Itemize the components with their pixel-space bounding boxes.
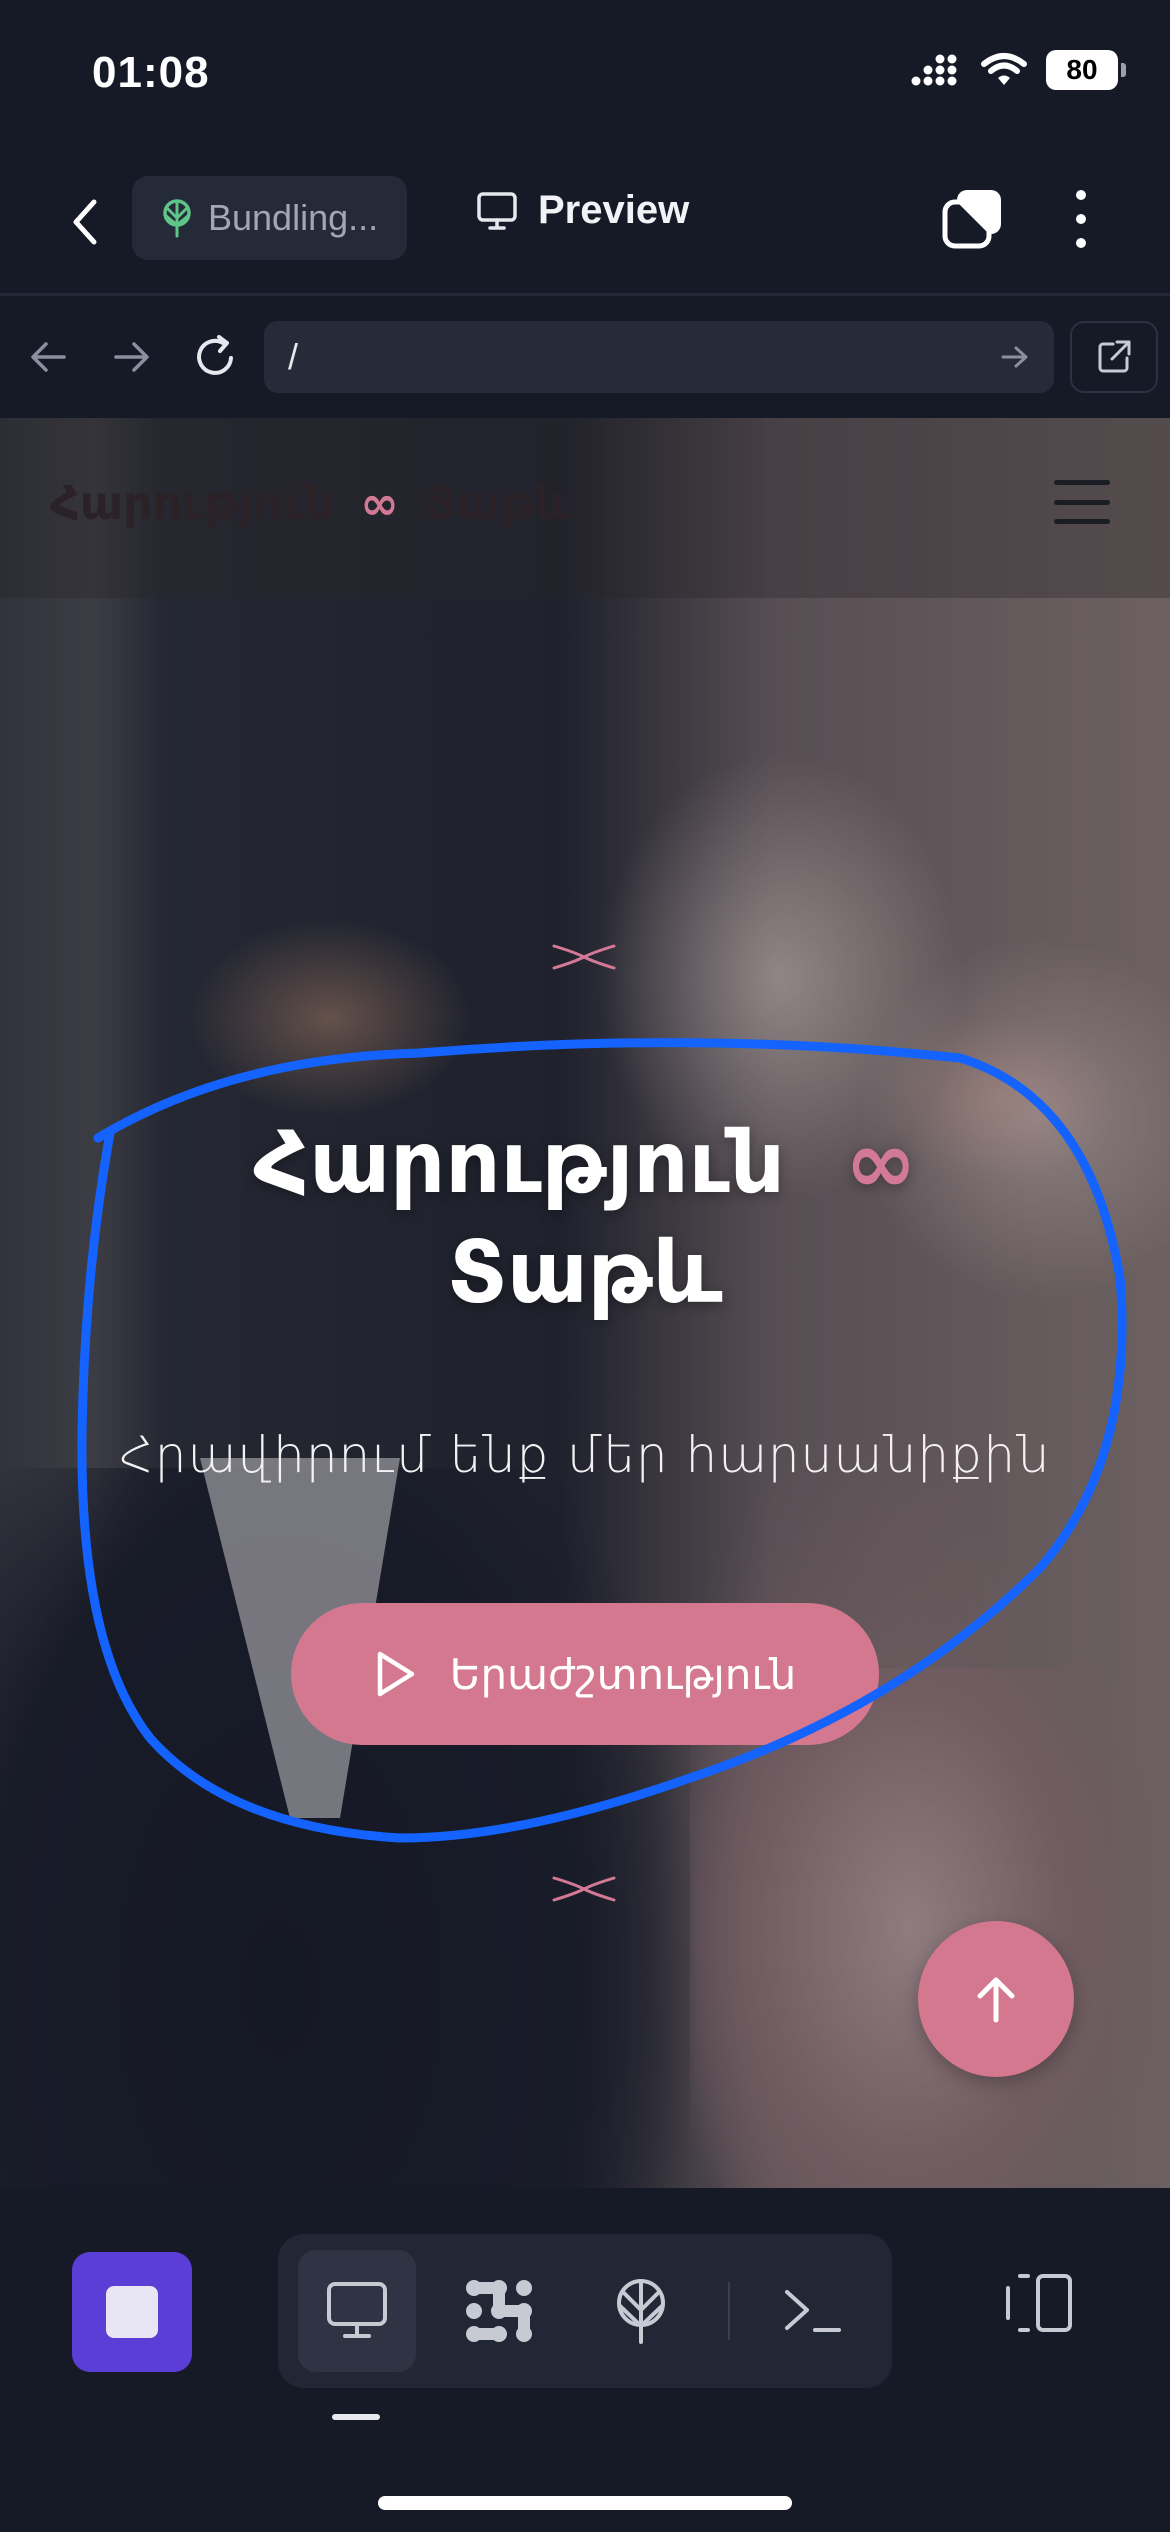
tabs-button[interactable] (940, 186, 1006, 252)
reload-icon (197, 335, 233, 375)
menu-line-icon (1054, 499, 1110, 505)
url-text: / (288, 336, 299, 377)
hero-subtitle: Հրավիրում ենք մեր հարսանիքին (119, 1426, 1051, 1484)
url-bar: / (0, 297, 1170, 415)
hero-infinity-icon: ∞ (844, 1113, 917, 1213)
browser-back-button[interactable] (20, 329, 76, 385)
monitor-icon (477, 191, 517, 230)
hero-name-left: Հարություն (253, 1113, 786, 1213)
dock-deploy-button[interactable] (582, 2250, 700, 2372)
logo-name-right: Տաթև (424, 476, 572, 530)
cellular-signal-icon (911, 54, 957, 86)
more-dot-icon (1076, 190, 1086, 200)
deploy-icon (163, 199, 191, 238)
home-indicator[interactable] (378, 2496, 792, 2510)
monitor-icon (327, 2282, 387, 2338)
external-link-icon (1098, 340, 1131, 373)
stop-button[interactable] (72, 2252, 192, 2372)
battery-level: 80 (1066, 54, 1098, 85)
chevron-left-icon (73, 199, 97, 245)
site-navbar: Հարություն ∞ Տաթև (0, 418, 1170, 598)
app-toolbar: Bundling... Preview (0, 150, 1170, 296)
toolbar-divider (0, 293, 1170, 296)
scroll-to-top-button[interactable] (918, 1921, 1074, 2077)
more-dot-icon (1076, 214, 1086, 224)
more-options-button[interactable] (1066, 186, 1096, 252)
active-tab-indicator (332, 2414, 380, 2420)
menu-line-icon (1054, 480, 1110, 485)
dock-preview-button[interactable] (298, 2250, 416, 2372)
stop-icon (106, 2286, 158, 2338)
split-view-icon (1006, 2274, 1072, 2332)
go-arrow-icon[interactable] (1000, 344, 1030, 370)
hero-title-line-1: Հարություն ∞ (0, 1108, 1170, 1218)
more-dot-icon (1076, 238, 1086, 248)
hamburger-menu-button[interactable] (1054, 480, 1110, 524)
play-icon (377, 1651, 414, 1697)
dock-segmented-control (278, 2234, 892, 2388)
battery-icon: 80 (1046, 50, 1126, 90)
status-icons: 80 (910, 50, 1126, 90)
arrow-up-icon (977, 1977, 1015, 2023)
grid-dots-icon (466, 2280, 532, 2342)
layout-toggle-button[interactable] (996, 2258, 1080, 2348)
terminal-icon (785, 2290, 841, 2332)
hero-title: Հարություն ∞ Տաթև (0, 1108, 1170, 1328)
preview-viewport: Հարություն ∞ Տաթև Հարություն ∞ Տաթև Հրավ… (0, 418, 1170, 2188)
arrow-left-icon (31, 342, 66, 372)
preview-label: Preview (538, 188, 690, 232)
deploy-icon (617, 2279, 665, 2344)
status-time: 01:08 (92, 48, 210, 97)
status-bar: 01:08 80 (0, 0, 1170, 150)
back-button[interactable] (60, 192, 110, 252)
hero-name-right: Տաթև (447, 1223, 723, 1323)
dock-components-button[interactable] (440, 2250, 558, 2372)
arrow-right-icon (114, 342, 149, 372)
reload-button[interactable] (188, 329, 244, 385)
music-button[interactable]: Երաժշտություն (291, 1603, 879, 1745)
bundling-label: Bundling... (208, 197, 379, 238)
tabs-icon (942, 190, 1001, 249)
open-external-button[interactable] (1070, 321, 1158, 393)
music-button-label: Երաժշտություն (449, 1649, 797, 1699)
ornament-top-icon (552, 944, 616, 970)
ornament-bottom-icon (552, 1876, 616, 1902)
dock-separator (728, 2282, 730, 2340)
bottom-dock (0, 2188, 1170, 2532)
preview-tab[interactable]: Preview (476, 188, 689, 233)
browser-forward-button[interactable] (104, 329, 160, 385)
dock-terminal-button[interactable] (754, 2250, 872, 2372)
logo-name-left: Հարություն (50, 476, 335, 530)
logo-infinity-icon: ∞ (360, 476, 399, 530)
bundling-status[interactable]: Bundling... (132, 176, 407, 260)
site-logo[interactable]: Հարություն ∞ Տաթև (50, 476, 572, 530)
url-input[interactable]: / (264, 321, 1054, 393)
menu-line-icon (1054, 519, 1110, 524)
wifi-icon (981, 53, 1027, 85)
